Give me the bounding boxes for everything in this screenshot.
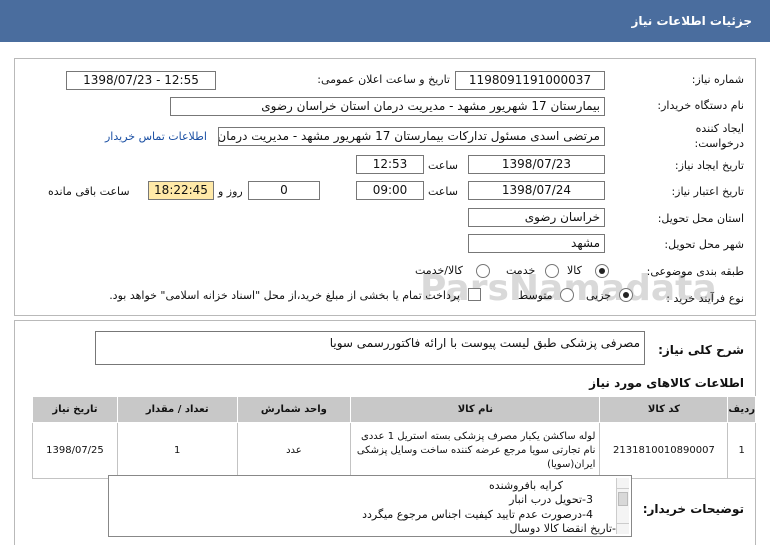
description-field[interactable]: مصرفی پزشکی طبق لیست پیوست با ارائه فاکت… bbox=[95, 331, 645, 365]
buyer-note-line: 5-تاریخ انقضا کالا دوسال bbox=[509, 522, 623, 535]
requester-label-1: ایجاد کننده bbox=[695, 122, 744, 135]
payment-note: پرداخت تمام یا بخشی از مبلغ خرید،از محل … bbox=[109, 289, 460, 302]
need-number-field[interactable]: 1198091191000037 bbox=[455, 71, 605, 90]
announce-field[interactable]: 1398/07/23 - 12:55 bbox=[66, 71, 216, 90]
requester-field[interactable]: مرتضی اسدی مسئول تدارکات بیمارستان 17 شه… bbox=[218, 127, 605, 146]
buyer-notes-label: توضیحات خریدار: bbox=[642, 502, 744, 516]
city-label: شهر محل تحویل: bbox=[664, 238, 744, 251]
col-date: تاریخ نیاز bbox=[32, 396, 118, 423]
need-number-label: شماره نیاز: bbox=[691, 73, 744, 86]
description-label: شرح کلی نیاز: bbox=[658, 343, 744, 357]
category-radio-goods-service[interactable] bbox=[476, 264, 490, 278]
process-option-medium: متوسط bbox=[518, 289, 553, 302]
cell-date: 1398/07/25 bbox=[32, 422, 118, 479]
category-label: طبقه بندی موضوعی: bbox=[646, 265, 744, 278]
province-field[interactable]: خراسان رضوی bbox=[468, 208, 605, 227]
cell-unit: عدد bbox=[236, 422, 352, 479]
cell-row: 1 bbox=[727, 422, 756, 479]
scroll-up-icon[interactable] bbox=[617, 478, 629, 489]
col-code: کد کالا bbox=[599, 396, 729, 423]
buyer-note-line: 3-تحویل درب انبار bbox=[509, 493, 593, 506]
cell-code: 2131810010890007 bbox=[599, 422, 729, 479]
buyer-note-line: 4-درصورت عدم تایید کیفیت اجناس مرجوع میگ… bbox=[362, 508, 593, 521]
created-time-label: ساعت bbox=[428, 159, 458, 172]
col-unit: واحد شمارش bbox=[236, 396, 352, 423]
valid-time-label: ساعت bbox=[428, 185, 458, 198]
cell-name: لوله ساکشن یکبار مصرف پزشکی بسته استریل … bbox=[350, 422, 601, 479]
created-date-field[interactable]: 1398/07/23 bbox=[468, 155, 605, 174]
process-option-minor: جزیی bbox=[586, 289, 612, 302]
valid-date-field[interactable]: 1398/07/24 bbox=[468, 181, 605, 200]
process-radio-minor[interactable] bbox=[619, 288, 633, 302]
col-name: نام کالا bbox=[350, 396, 601, 423]
created-time-field[interactable]: 12:53 bbox=[356, 155, 424, 174]
created-date-label: تاریخ ایجاد نیاز: bbox=[674, 159, 744, 172]
page-title: جزئیات اطلاعات نیاز bbox=[631, 14, 752, 28]
process-radio-medium[interactable] bbox=[560, 288, 574, 302]
buyer-org-field[interactable]: بیمارستان 17 شهریور مشهد - مدیریت درمان … bbox=[170, 97, 605, 116]
announce-label: تاریخ و ساعت اعلان عمومی: bbox=[317, 73, 450, 86]
valid-date-label: تاریخ اعتبار نیاز: bbox=[671, 185, 744, 198]
requester-label-2: درخواست: bbox=[694, 137, 744, 150]
goods-section-title: اطلاعات کالاهای مورد نیاز bbox=[589, 376, 744, 390]
category-option-goods: کالا bbox=[567, 264, 582, 277]
buyer-note-line: کرایه بافروشنده bbox=[489, 479, 563, 492]
table-row[interactable]: 1398/07/25 1 عدد لوله ساکشن یکبار مصرف پ… bbox=[32, 422, 756, 479]
buyer-org-label: نام دستگاه خریدار: bbox=[657, 99, 744, 112]
treasury-payment-checkbox[interactable] bbox=[468, 288, 481, 301]
goods-table: تاریخ نیاز تعداد / مقدار واحد شمارش نام … bbox=[32, 396, 756, 479]
remaining-label: ساعت باقی مانده bbox=[48, 185, 130, 198]
city-field[interactable]: مشهد bbox=[468, 234, 605, 253]
notes-scrollbar[interactable] bbox=[616, 478, 629, 534]
days-label: روز و bbox=[218, 185, 243, 198]
cell-qty: 1 bbox=[116, 422, 238, 479]
category-radio-service[interactable] bbox=[545, 264, 559, 278]
goods-table-header: تاریخ نیاز تعداد / مقدار واحد شمارش نام … bbox=[32, 396, 756, 423]
title-bar: جزئیات اطلاعات نیاز bbox=[0, 0, 770, 42]
col-qty: تعداد / مقدار bbox=[116, 396, 238, 423]
category-option-service: خدمت bbox=[506, 264, 536, 277]
process-label: نوع فرآیند خرید : bbox=[666, 292, 744, 305]
remaining-time-field: 18:22:45 bbox=[148, 181, 214, 200]
category-radio-goods[interactable] bbox=[595, 264, 609, 278]
scroll-thumb[interactable] bbox=[618, 492, 628, 506]
col-row: ردیف bbox=[727, 396, 756, 423]
buyer-contact-link[interactable]: اطلاعات تماس خریدار bbox=[105, 130, 207, 143]
valid-time-field[interactable]: 09:00 bbox=[356, 181, 424, 200]
province-label: استان محل تحویل: bbox=[657, 212, 744, 225]
buyer-notes-listbox[interactable]: کرایه بافروشنده 3-تحویل درب انبار 4-درصو… bbox=[108, 475, 632, 537]
days-field[interactable]: 0 bbox=[248, 181, 320, 200]
category-option-goods-service: کالا/خدمت bbox=[415, 264, 463, 277]
scroll-down-icon[interactable] bbox=[617, 523, 629, 534]
